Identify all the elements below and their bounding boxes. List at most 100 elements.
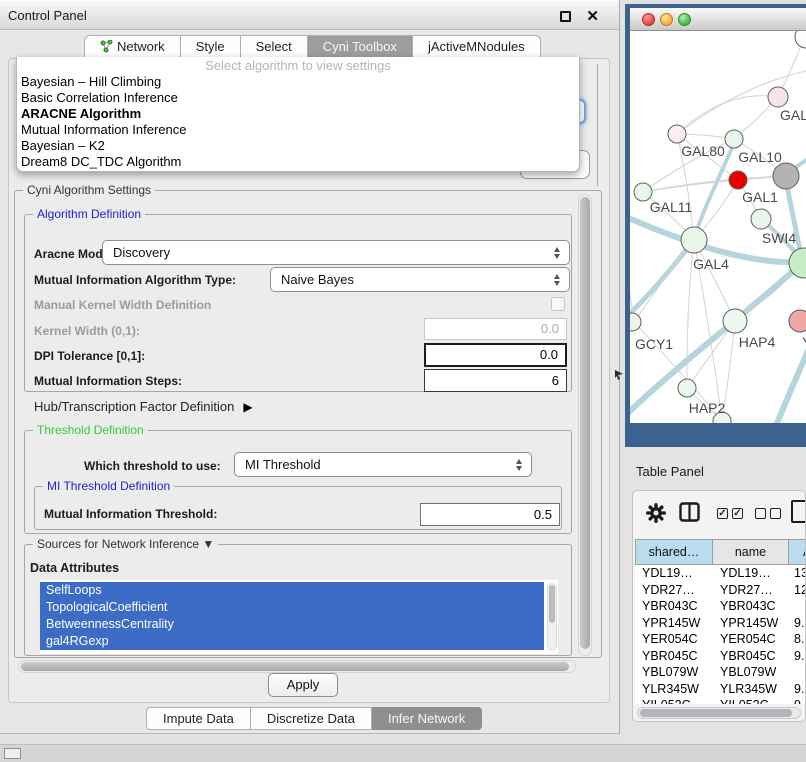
table-row[interactable]: YDR27…YDR27…12 bbox=[635, 582, 806, 599]
mi-steps-field[interactable]: 6 bbox=[424, 369, 567, 392]
kernel-width-field[interactable]: 0.0 bbox=[424, 318, 567, 340]
network-canvas[interactable]: GALGAL80GAL10GAL1GAL11SWI4GAL4GCY1HAP4YH… bbox=[630, 31, 806, 423]
tab-impute-data[interactable]: Impute Data bbox=[146, 707, 251, 730]
groupbox-edge-fragment bbox=[597, 64, 598, 186]
tab-network[interactable]: Network bbox=[84, 35, 181, 58]
apply-button[interactable]: Apply bbox=[268, 673, 338, 697]
table-row[interactable]: YBR043CYBR043C bbox=[635, 598, 806, 615]
attribute-list-item[interactable]: gal4RGexp bbox=[40, 633, 544, 650]
mi-steps-label: Mutual Information Steps: bbox=[34, 374, 182, 388]
algorithm-option[interactable]: Bayesian – K2 bbox=[17, 138, 579, 154]
sources-title-text: Sources for Network Inference bbox=[37, 537, 199, 551]
sources-group-title: Sources for Network Inference ▼ bbox=[33, 537, 218, 551]
column-header-3[interactable]: A bbox=[789, 539, 806, 565]
algorithm-option[interactable]: Dream8 DC_TDC Algorithm bbox=[17, 154, 579, 170]
tab-style[interactable]: Style bbox=[181, 35, 241, 58]
collapse-arrow-icon[interactable]: ▼ bbox=[202, 537, 214, 551]
which-threshold-value: MI Threshold bbox=[245, 457, 321, 472]
expand-arrow-icon[interactable]: ▶ bbox=[243, 400, 252, 414]
manual-kernel-width-checkbox[interactable] bbox=[551, 297, 565, 311]
settings-vertical-scrollbar[interactable] bbox=[578, 194, 592, 656]
list-scrollbar-thumb[interactable] bbox=[549, 585, 555, 623]
table-cell: YBR045C bbox=[713, 649, 789, 663]
table-row[interactable]: YBR045CYBR045C9. bbox=[635, 648, 806, 665]
tab-label: Network bbox=[117, 36, 165, 58]
network-node-gal[interactable] bbox=[768, 87, 788, 107]
close-panel-icon[interactable]: ✕ bbox=[586, 7, 599, 25]
tab-jactivemnodules[interactable]: jActiveMNodules bbox=[413, 35, 541, 58]
network-node-swi4[interactable] bbox=[751, 209, 771, 229]
document-icon[interactable] bbox=[791, 500, 806, 523]
table-cell: YBL079W bbox=[713, 665, 789, 679]
table-row[interactable]: YBL079WYBL079W bbox=[635, 664, 806, 681]
network-node-gal10[interactable] bbox=[725, 130, 743, 148]
table-horizontal-scrollbar[interactable] bbox=[637, 707, 801, 719]
mi-algorithm-type-label: Mutual Information Algorithm Type: bbox=[34, 273, 236, 287]
aracne-mode-select[interactable]: Discovery bbox=[102, 240, 570, 265]
network-node-gal4[interactable] bbox=[681, 227, 707, 253]
which-threshold-select[interactable]: MI Threshold bbox=[234, 452, 532, 477]
network-edge-thick[interactable] bbox=[756, 351, 806, 423]
data-attributes-list[interactable]: SelfLoopsTopologicalCoefficientBetweenne… bbox=[40, 580, 558, 654]
checkbox-checked-icon: ✓ bbox=[717, 508, 728, 519]
table-row[interactable]: YDL19…YDL19…13 bbox=[635, 565, 806, 582]
mi-algorithm-type-select[interactable]: Naive Bayes bbox=[270, 267, 570, 292]
network-node-hap4[interactable] bbox=[723, 309, 747, 333]
hub-definition-expander[interactable]: Hub/Transcription Factor Definition▶ bbox=[34, 399, 253, 414]
table-row[interactable]: YER054CYER054C8. bbox=[635, 631, 806, 648]
algorithm-option[interactable]: Mutual Information Inference bbox=[17, 122, 579, 138]
table-cell: 9. bbox=[789, 682, 806, 696]
table-row[interactable]: YIL052CYIL052C9. bbox=[635, 697, 806, 704]
algorithm-option[interactable]: ARACNE Algorithm bbox=[17, 106, 579, 122]
dpi-tolerance-field[interactable]: 0.0 bbox=[424, 343, 567, 367]
network-edge[interactable] bbox=[634, 240, 694, 322]
algorithm-option[interactable]: Basic Correlation Inference bbox=[17, 90, 579, 106]
column-header-1[interactable]: shared… bbox=[635, 539, 713, 565]
list-scrollbar[interactable] bbox=[547, 583, 557, 651]
node-label: GAL80 bbox=[681, 143, 725, 159]
table-row[interactable]: YLR345WYLR345W9. bbox=[635, 681, 806, 698]
threshold-definition-title: Threshold Definition bbox=[33, 423, 148, 437]
tab-discretize-data[interactable]: Discretize Data bbox=[251, 707, 372, 730]
vertical-scrollbar-thumb[interactable] bbox=[580, 197, 590, 649]
algorithm-dropdown-popup: Select algorithm to view settings Bayesi… bbox=[16, 57, 580, 172]
network-node-y[interactable] bbox=[789, 310, 806, 332]
zoom-traffic-light[interactable] bbox=[678, 13, 691, 26]
network-graph[interactable]: GALGAL80GAL10GAL1GAL11SWI4GAL4GCY1HAP4YH… bbox=[630, 31, 806, 423]
network-node-gal80[interactable] bbox=[668, 125, 686, 143]
close-traffic-light[interactable] bbox=[642, 13, 655, 26]
table-cell: YDL19… bbox=[635, 566, 713, 580]
column-header-2[interactable]: name bbox=[713, 539, 789, 565]
tab-label: Select bbox=[256, 36, 292, 58]
table-cell: YDR27… bbox=[635, 583, 713, 597]
algorithm-option[interactable]: Bayesian – Hill Climbing bbox=[17, 74, 579, 90]
dropdown-placeholder: Select algorithm to view settings bbox=[17, 58, 579, 74]
horizontal-scrollbar-thumb[interactable] bbox=[21, 662, 569, 671]
columns-icon[interactable] bbox=[679, 502, 700, 527]
table-cell: YIL052C bbox=[713, 698, 789, 704]
tab-infer-network[interactable]: Infer Network bbox=[372, 707, 482, 730]
network-node[interactable] bbox=[773, 163, 799, 189]
table-row[interactable]: YPR145WYPR145W9. bbox=[635, 615, 806, 632]
attribute-list-item[interactable]: SelfLoops bbox=[40, 582, 544, 599]
tab-label: Style bbox=[196, 36, 225, 58]
unchecked-boxes-icon[interactable] bbox=[755, 508, 781, 519]
settings-horizontal-scrollbar[interactable] bbox=[18, 660, 576, 673]
attribute-list-item[interactable]: BetweennessCentrality bbox=[40, 616, 544, 633]
panel-grip-icon[interactable] bbox=[4, 748, 21, 759]
node-label: HAP2 bbox=[689, 400, 726, 416]
minimize-traffic-light[interactable] bbox=[660, 13, 673, 26]
network-icon bbox=[100, 40, 113, 53]
dpi-tolerance-label: DPI Tolerance [0,1]: bbox=[34, 349, 145, 363]
gear-icon[interactable] bbox=[645, 502, 667, 529]
checked-boxes-icon[interactable]: ✓ ✓ bbox=[717, 508, 743, 519]
attribute-list-item[interactable]: TopologicalCoefficient bbox=[40, 599, 544, 616]
float-panel-icon[interactable] bbox=[560, 11, 571, 22]
mi-threshold-field[interactable]: 0.5 bbox=[420, 503, 560, 526]
table-scrollbar-thumb[interactable] bbox=[640, 709, 792, 717]
tab-cyni-toolbox[interactable]: Cyni Toolbox bbox=[308, 35, 413, 58]
network-node-hap2[interactable] bbox=[678, 379, 696, 397]
tab-select[interactable]: Select bbox=[241, 35, 308, 58]
network-node[interactable] bbox=[795, 31, 806, 48]
network-node-gal1[interactable] bbox=[729, 171, 747, 189]
